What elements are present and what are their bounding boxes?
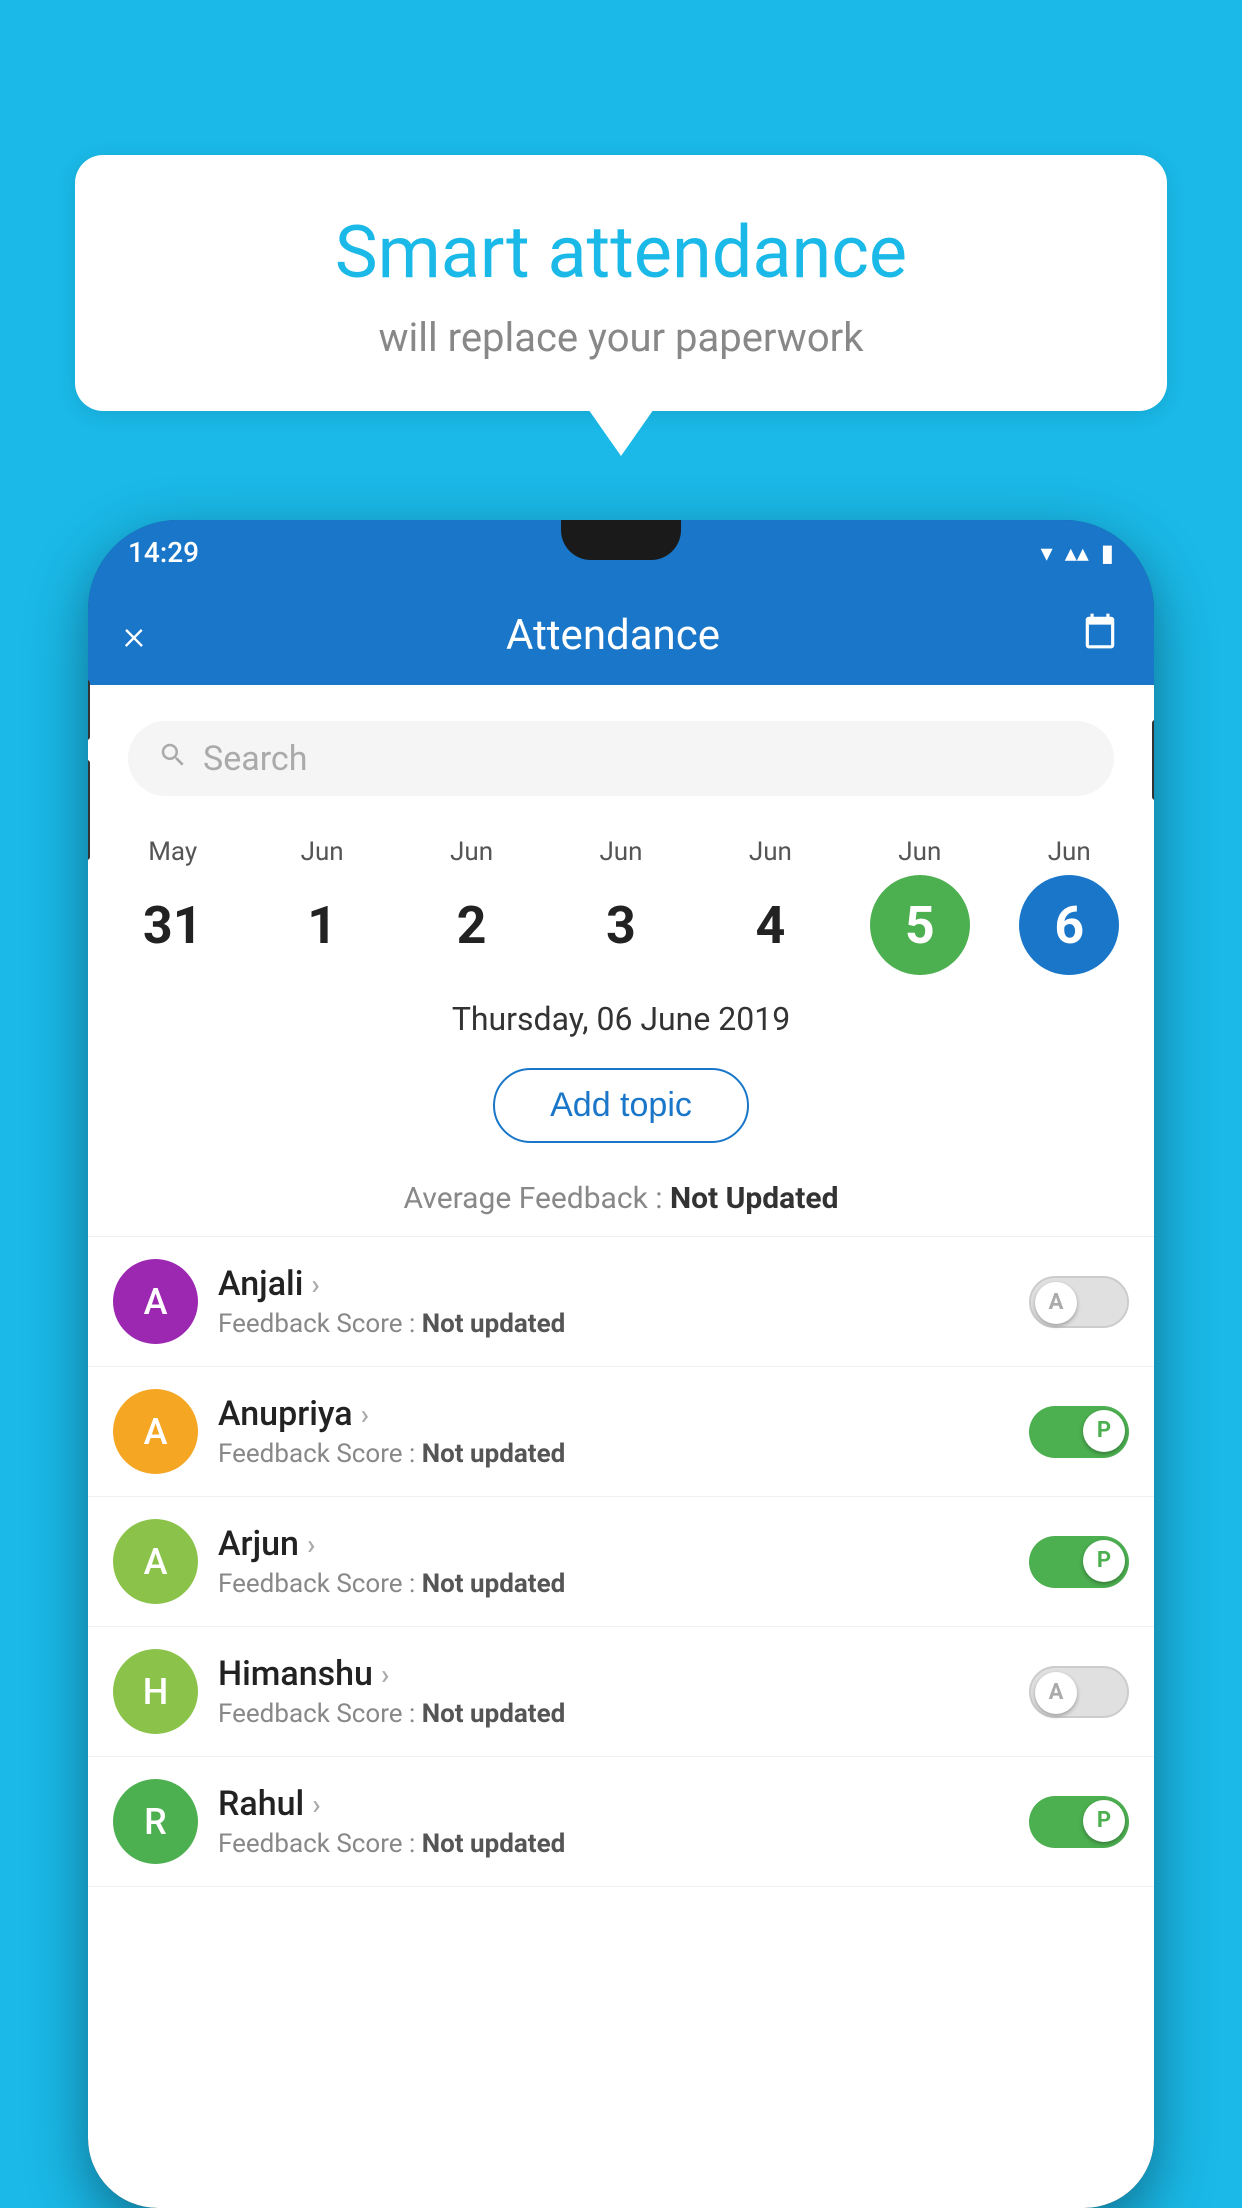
chevron-icon: › (381, 1658, 389, 1691)
calendar-day[interactable]: Jun 5 (855, 837, 985, 975)
cal-date-number[interactable]: 5 (870, 875, 970, 975)
calendar-day[interactable]: Jun 6 (1004, 837, 1134, 975)
student-item[interactable]: A Anjali › Feedback Score : Not updated A (88, 1237, 1154, 1367)
calendar-strip: May 31 Jun 1 Jun 2 Jun 3 Jun 4 Jun 5 Jun 6 (88, 822, 1154, 975)
avatar: A (113, 1389, 198, 1474)
power-button (1152, 720, 1154, 800)
cal-month-label: Jun (301, 837, 344, 867)
feedback-score: Feedback Score : Not updated (218, 1439, 1009, 1469)
avatar: A (113, 1519, 198, 1604)
toggle-knob: P (1083, 1410, 1125, 1452)
cal-month-label: Jun (599, 837, 642, 867)
cal-month-label: May (148, 837, 197, 867)
student-name: Rahul › (218, 1784, 1009, 1824)
cal-date-number[interactable]: 31 (123, 875, 223, 975)
search-bar[interactable]: Search (128, 721, 1114, 796)
app-bar: × Attendance (88, 585, 1154, 685)
volume-down-button (88, 760, 90, 860)
student-item[interactable]: A Anupriya › Feedback Score : Not updated P (88, 1367, 1154, 1497)
wifi-icon: ▾ (1041, 539, 1053, 567)
chevron-icon: › (312, 1788, 320, 1821)
chevron-icon: › (311, 1268, 319, 1301)
avg-feedback-label: Average Feedback : (404, 1181, 670, 1216)
app-bar-title: Attendance (506, 611, 720, 660)
attendance-toggle[interactable]: P (1029, 1796, 1129, 1848)
avatar: H (113, 1649, 198, 1734)
cal-date-number[interactable]: 2 (422, 875, 522, 975)
student-item[interactable]: H Himanshu › Feedback Score : Not updated A (88, 1627, 1154, 1757)
student-name: Himanshu › (218, 1654, 1009, 1694)
calendar-icon[interactable] (1081, 612, 1119, 659)
attendance-toggle[interactable]: P (1029, 1406, 1129, 1458)
feedback-score: Feedback Score : Not updated (218, 1699, 1009, 1729)
status-time: 14:29 (128, 536, 199, 569)
status-icons: ▾ ▴▴ ▮ (1041, 539, 1114, 567)
speech-bubble: Smart attendance will replace your paper… (75, 155, 1167, 411)
signal-icon: ▴▴ (1065, 539, 1089, 567)
avg-feedback: Average Feedback : Not Updated (88, 1176, 1154, 1237)
calendar-day[interactable]: May 31 (108, 837, 238, 975)
student-info: Anjali › Feedback Score : Not updated (218, 1264, 1009, 1339)
status-bar: 14:29 ▾ ▴▴ ▮ (88, 520, 1154, 585)
attendance-toggle[interactable]: P (1029, 1536, 1129, 1588)
cal-month-label: Jun (898, 837, 941, 867)
selected-date: Thursday, 06 June 2019 (88, 975, 1154, 1053)
calendar-day[interactable]: Jun 3 (556, 837, 686, 975)
chevron-icon: › (307, 1528, 315, 1561)
student-name: Anjali › (218, 1264, 1009, 1304)
cal-date-number[interactable]: 1 (272, 875, 372, 975)
add-topic-button[interactable]: Add topic (493, 1068, 749, 1143)
toggle-knob: P (1083, 1800, 1125, 1842)
calendar-day[interactable]: Jun 2 (407, 837, 537, 975)
chevron-icon: › (361, 1398, 369, 1431)
bubble-subtitle: will replace your paperwork (135, 314, 1107, 361)
student-name: Arjun › (218, 1524, 1009, 1564)
student-info: Anupriya › Feedback Score : Not updated (218, 1394, 1009, 1469)
volume-up-button (88, 680, 90, 740)
search-icon (158, 740, 188, 778)
toggle-knob: A (1035, 1282, 1077, 1324)
toggle-knob: P (1083, 1540, 1125, 1582)
cal-month-label: Jun (1048, 837, 1091, 867)
student-info: Arjun › Feedback Score : Not updated (218, 1524, 1009, 1599)
feedback-score: Feedback Score : Not updated (218, 1829, 1009, 1859)
feedback-score: Feedback Score : Not updated (218, 1569, 1009, 1599)
cal-month-label: Jun (749, 837, 792, 867)
phone-frame: 14:29 ▾ ▴▴ ▮ × Attendance (88, 520, 1154, 2208)
student-name: Anupriya › (218, 1394, 1009, 1434)
cal-date-number[interactable]: 3 (571, 875, 671, 975)
calendar-day[interactable]: Jun 4 (705, 837, 835, 975)
feedback-score: Feedback Score : Not updated (218, 1309, 1009, 1339)
attendance-toggle[interactable]: A (1029, 1666, 1129, 1718)
bubble-title: Smart attendance (135, 210, 1107, 296)
cal-month-label: Jun (450, 837, 493, 867)
close-button[interactable]: × (123, 611, 145, 660)
student-item[interactable]: A Arjun › Feedback Score : Not updated P (88, 1497, 1154, 1627)
avatar: R (113, 1779, 198, 1864)
cal-date-number[interactable]: 4 (720, 875, 820, 975)
phone-top: 14:29 ▾ ▴▴ ▮ × Attendance (88, 520, 1154, 685)
attendance-toggle[interactable]: A (1029, 1276, 1129, 1328)
cal-date-number[interactable]: 6 (1019, 875, 1119, 975)
toggle-knob: A (1035, 1672, 1077, 1714)
battery-icon: ▮ (1101, 539, 1114, 567)
student-item[interactable]: R Rahul › Feedback Score : Not updated P (88, 1757, 1154, 1887)
student-info: Himanshu › Feedback Score : Not updated (218, 1654, 1009, 1729)
notch (561, 520, 681, 560)
search-placeholder: Search (203, 739, 307, 779)
phone-screen: Search May 31 Jun 1 Jun 2 Jun 3 Jun 4 Jun 5 Jun 6 Thu… (88, 685, 1154, 2208)
student-info: Rahul › Feedback Score : Not updated (218, 1784, 1009, 1859)
calendar-day[interactable]: Jun 1 (257, 837, 387, 975)
avg-feedback-value: Not Updated (670, 1181, 839, 1216)
avatar: A (113, 1259, 198, 1344)
student-list: AAnjali ›Feedback Score : Not updatedAAA… (88, 1237, 1154, 1887)
